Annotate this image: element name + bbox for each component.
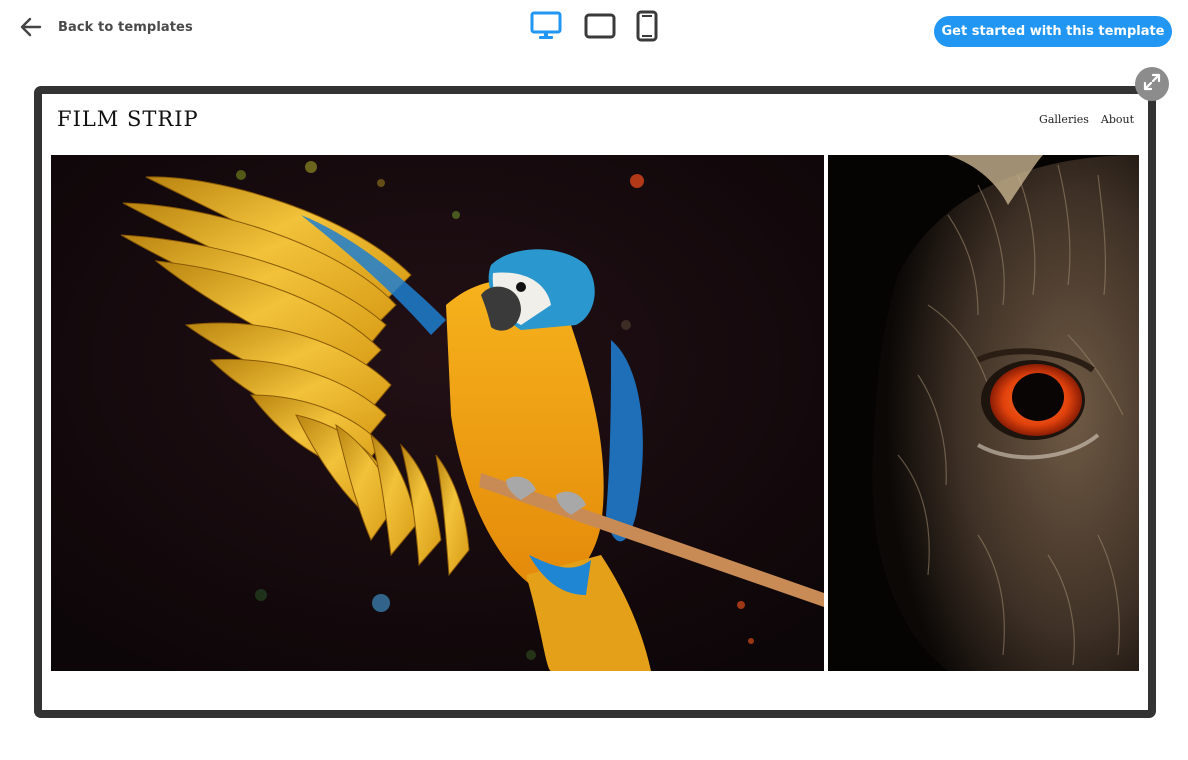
gallery-photo-owl[interactable] [828,155,1139,671]
back-label: Back to templates [58,19,193,35]
film-strip-gallery [51,155,1139,671]
tablet-view-button[interactable] [582,12,618,44]
phone-view-button[interactable] [634,10,660,46]
desktop-view-button[interactable] [528,10,564,46]
expand-icon [1142,72,1162,96]
tablet-icon [584,13,616,43]
device-switcher [528,10,660,46]
arrow-left-icon [18,14,44,40]
site-nav: Galleries About [1039,113,1134,126]
site-nav-galleries[interactable]: Galleries [1039,113,1089,126]
top-bar: Back to templates Get started with this … [0,0,1188,62]
template-preview-frame: FILM STRIP Galleries About [34,86,1156,718]
get-started-button[interactable]: Get started with this template [934,16,1172,47]
site-title: FILM STRIP [57,107,199,131]
desktop-icon [529,10,563,46]
phone-icon [636,10,658,46]
expand-preview-button[interactable] [1135,67,1169,101]
site-nav-about[interactable]: About [1101,113,1134,126]
gallery-photo-parrot[interactable] [51,155,824,671]
back-to-templates-link[interactable]: Back to templates [18,14,193,40]
